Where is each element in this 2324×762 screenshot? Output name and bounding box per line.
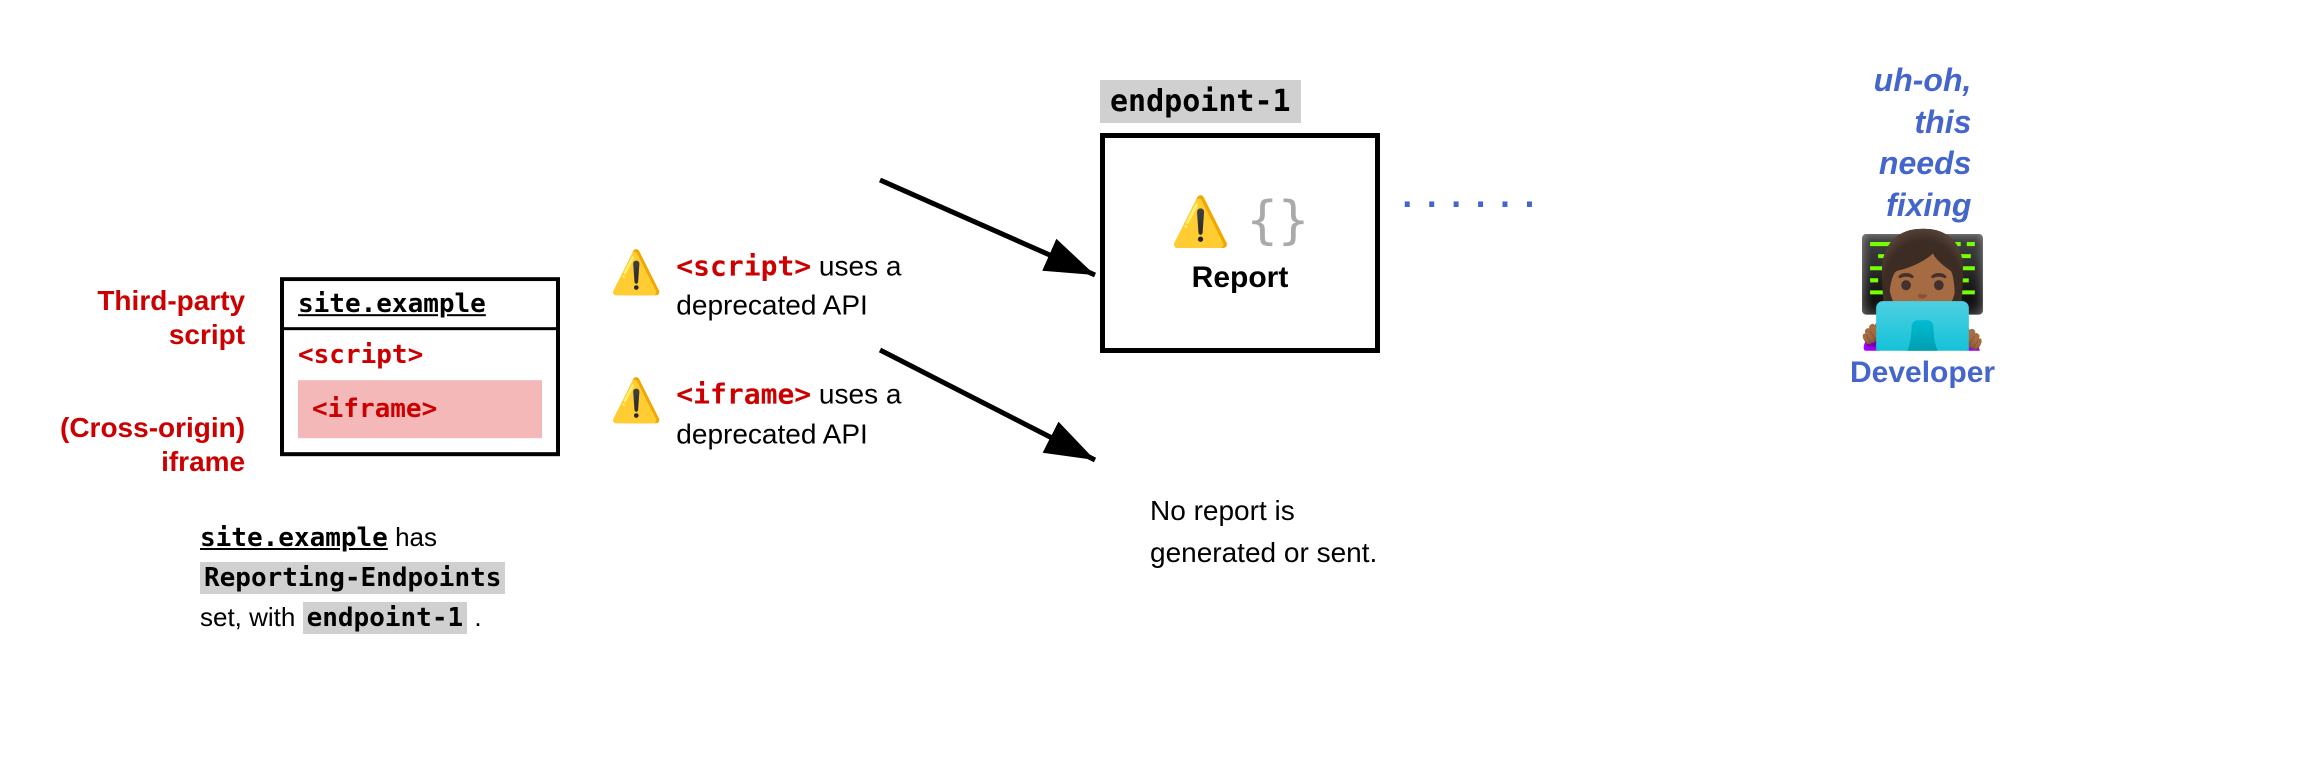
warning-item-script: ⚠️ <script> uses adeprecated API [610,247,901,325]
warning-text-iframe: <iframe> uses adeprecated API [676,375,901,453]
site-box-header: site.example [284,281,556,330]
endpoint-icons: ⚠️ {} [1171,191,1309,251]
speech-bubble-text: uh-oh, this needs fixing [1874,60,1972,226]
no-report-text: No report isgenerated or sent. [1150,490,1377,574]
caption-line3-start: set, with [200,602,303,632]
script-tag-red: <script> [676,250,811,283]
caption-site-mono: site.example [200,523,388,553]
endpoint-report-text: Report [1192,261,1289,295]
warning-item-iframe: ⚠️ <iframe> uses adeprecated API [610,375,901,453]
developer-area: uh-oh, this needs fixing 👩🏾‍💻 Developer [1850,60,1995,390]
endpoint-warning-icon: ⚠️ [1171,193,1231,250]
endpoint-box: ⚠️ {} Report [1100,133,1380,353]
developer-avatar: 👩🏾‍💻 [1854,236,1991,346]
diagram-container: Third-party script (Cross-origin) iframe… [0,0,2324,762]
developer-label: Developer [1850,356,1995,390]
caption-line1-rest: has [388,522,437,552]
site-box-caption: site.example has Reporting-Endpoints set… [200,518,505,638]
caption-reporting-endpoints: Reporting-Endpoints [200,562,505,594]
endpoint-curly: {} [1247,191,1310,251]
dotted-area: ...... [1400,160,1547,220]
endpoint-label: endpoint-1 [1100,80,1301,123]
site-box-script: <script> [284,330,556,380]
third-party-label: Third-party script [60,284,245,351]
warning-icon-script: ⚠️ [610,249,662,298]
cross-origin-label: (Cross-origin) iframe [60,411,245,478]
site-box: site.example <script> <iframe> [280,277,560,456]
iframe-tag-red: <iframe> [676,378,811,411]
warning-text-script: <script> uses adeprecated API [676,247,901,325]
site-box-iframe: <iframe> [298,380,542,438]
warnings-area: ⚠️ <script> uses adeprecated API ⚠️ <ifr… [610,247,901,454]
caption-line3-end: . [467,602,481,632]
warning-icon-iframe: ⚠️ [610,377,662,426]
caption-endpoint-highlight: endpoint-1 [303,602,468,634]
left-labels: Third-party script (Cross-origin) iframe [60,284,245,478]
endpoint-box-wrap: endpoint-1 ⚠️ {} Report [1100,80,1380,353]
dots: ...... [1400,160,1547,220]
